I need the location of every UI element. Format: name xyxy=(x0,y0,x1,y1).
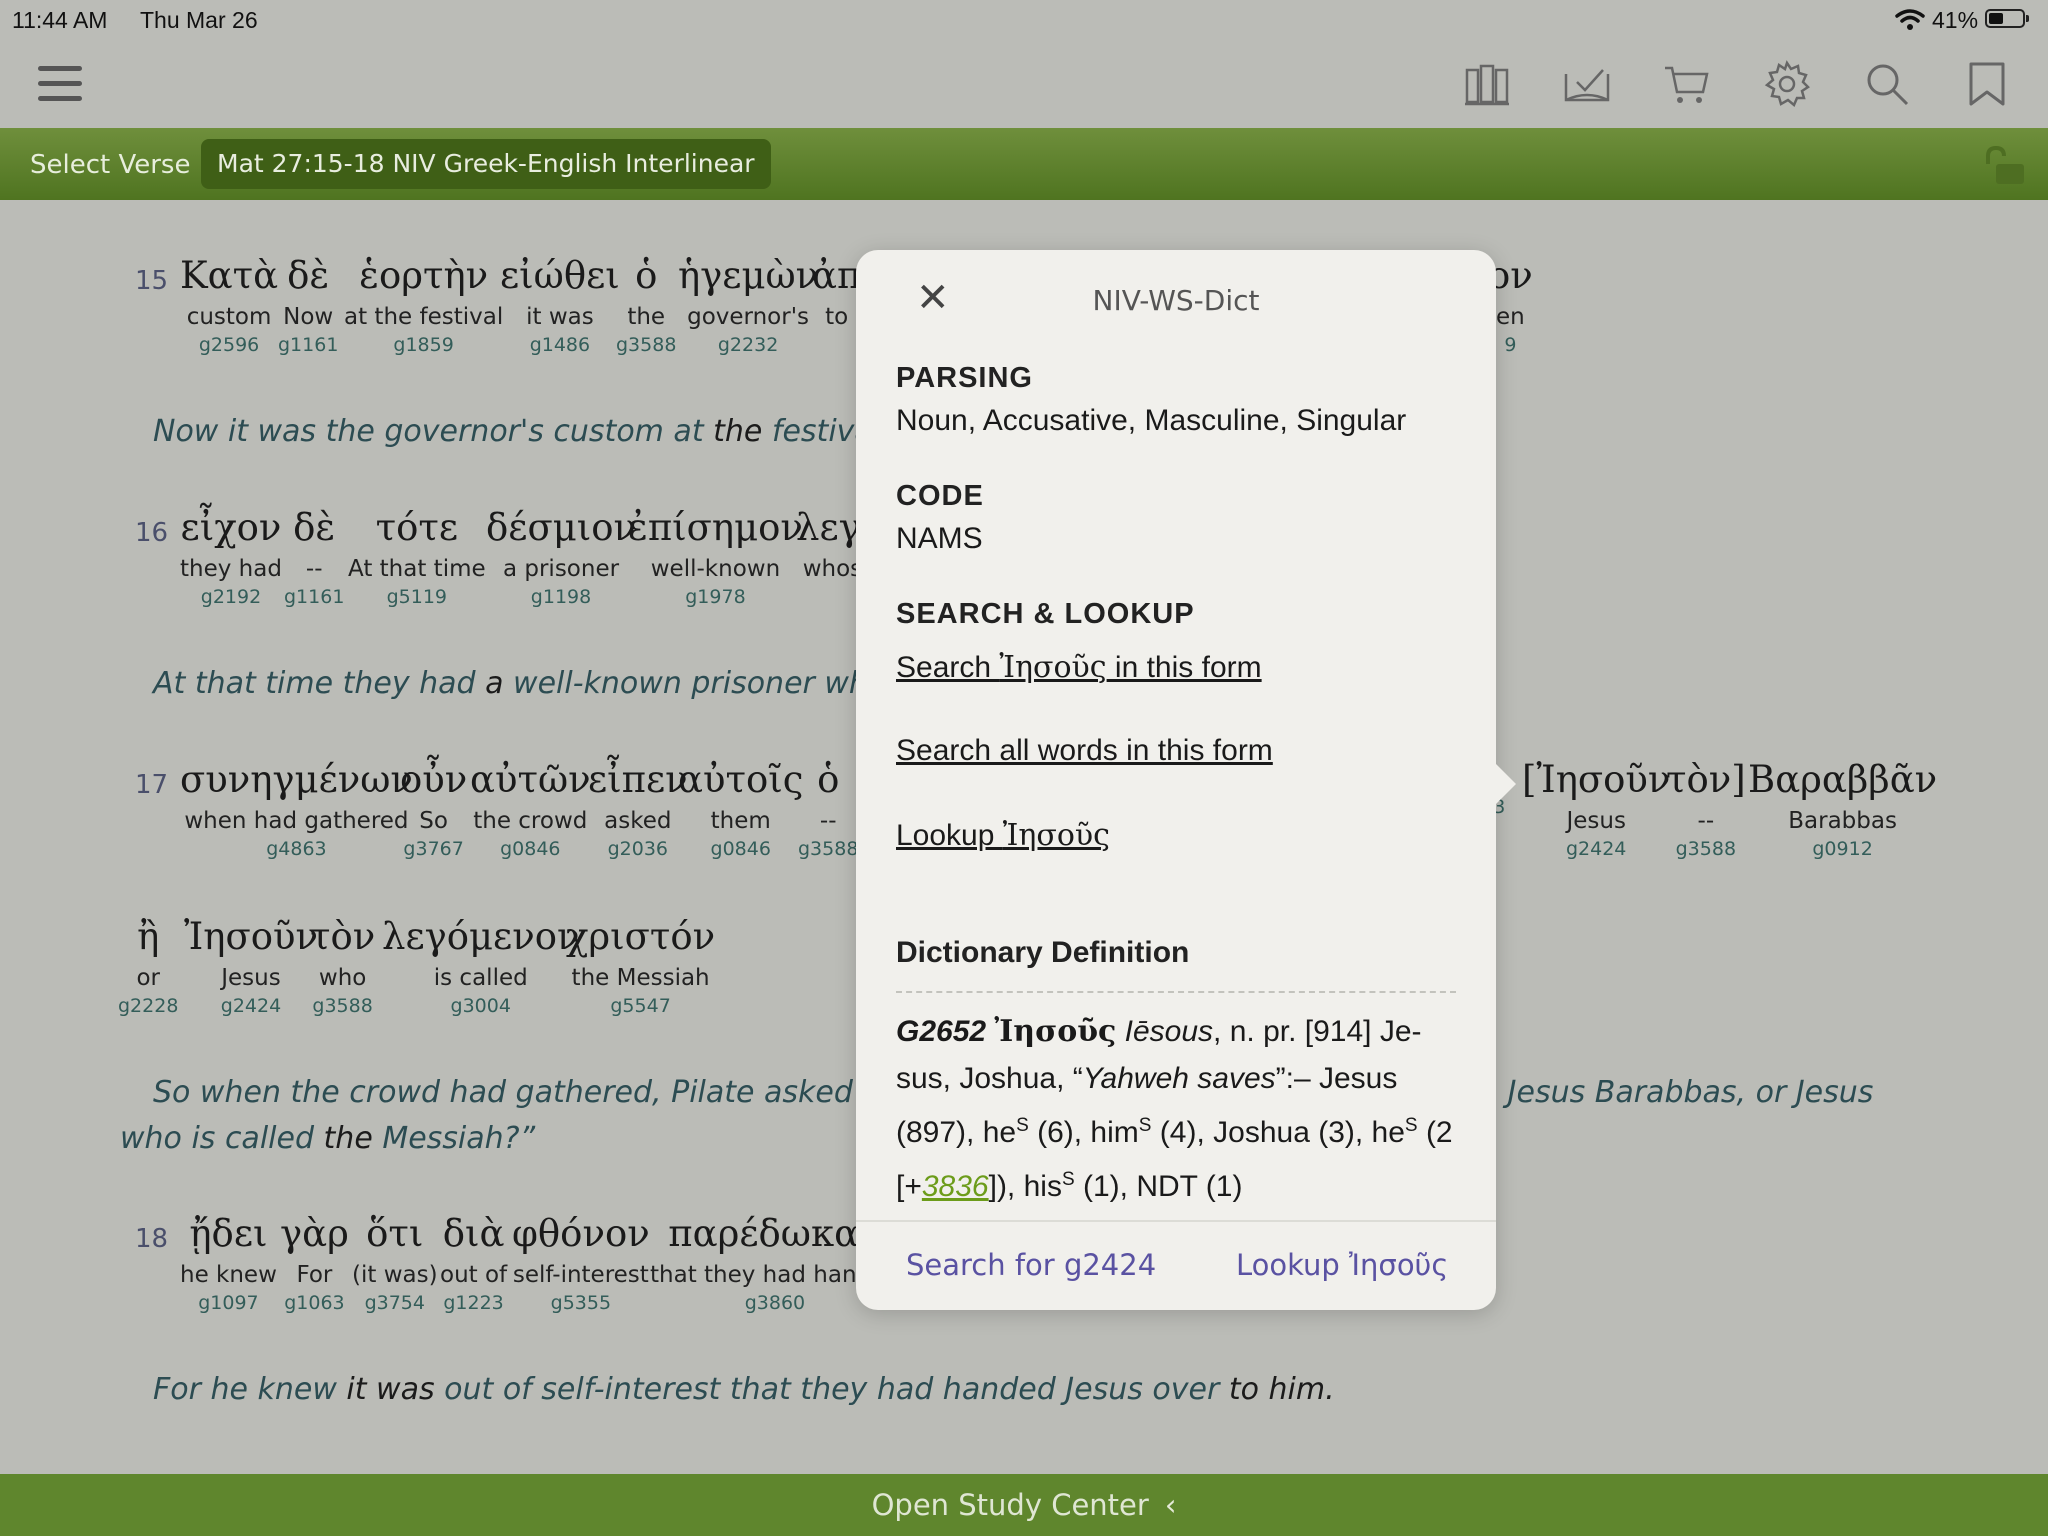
reading-plan-icon[interactable] xyxy=(1563,60,1611,108)
menu-icon[interactable] xyxy=(36,60,84,108)
parsing-heading: PARSING xyxy=(896,362,1033,394)
interlinear-word[interactable]: ὅτι (it was) g3754 xyxy=(352,1213,438,1315)
lookup-word-link[interactable]: Lookup Ἰησοῦς xyxy=(896,818,1110,853)
interlinear-word[interactable]: εἶπεν asked g2036 xyxy=(588,759,688,861)
battery-icon xyxy=(1985,9,2029,28)
popover-title: NIV-WS-Dict xyxy=(1092,284,1260,317)
open-study-center-button[interactable]: Open Study Center ‹ xyxy=(0,1474,2048,1536)
chevron-left-icon: ‹ xyxy=(1164,1488,1177,1522)
interlinear-word[interactable]: ὁ -- g3588 xyxy=(798,759,858,861)
interlinear-word[interactable]: λεγόμενον is called g3004 xyxy=(382,916,579,1018)
verse-number[interactable]: 15 xyxy=(135,266,168,296)
interlinear-word[interactable]: ἀπ to xyxy=(812,255,861,333)
verse-number[interactable]: 18 xyxy=(135,1224,168,1254)
interlinear-word[interactable]: δέσμιον a prisoner g1198 xyxy=(486,507,636,609)
search-icon[interactable] xyxy=(1863,60,1911,108)
interlinear-word[interactable]: φθόνον self-interest g5355 xyxy=(512,1213,650,1315)
search-strongs-button[interactable]: Search for g2424 xyxy=(906,1248,1156,1282)
dictionary-definition: G2652 Ἰησοῦς Iēsous, n. pr. [914] Je­sus… xyxy=(896,1014,1453,1203)
interlinear-word[interactable]: ᾔδει he knew g1097 xyxy=(180,1213,277,1315)
dictionary-definition-heading: Dictionary Definition xyxy=(896,936,1190,969)
date: Thu Mar 26 xyxy=(140,7,258,33)
interlinear-word[interactable]: εἶχον they had g2192 xyxy=(180,507,282,609)
verse-translation: At that time they had a well-known priso… xyxy=(153,666,921,701)
code-heading: CODE xyxy=(896,480,984,512)
verse-translation: Now it was the governor's custom at the … xyxy=(153,414,943,449)
interlinear-word[interactable]: αὐτοῖς them g0846 xyxy=(678,759,803,861)
lock-icon[interactable] xyxy=(1980,146,2030,186)
interlinear-word[interactable]: εἰώθει it was g1486 xyxy=(500,255,620,357)
interlinear-word[interactable]: [Ἰησοῦν Jesus g2424 xyxy=(1522,759,1670,861)
status-bar: 11:44 AM Thu Mar 26 41% xyxy=(0,0,2048,40)
interlinear-word[interactable]: οὖν So g3767 xyxy=(400,759,467,861)
interlinear-word[interactable]: δὲ Now g1161 xyxy=(278,255,338,357)
verse-number[interactable]: 16 xyxy=(135,518,168,548)
clock: 11:44 AM xyxy=(12,7,108,33)
interlinear-word[interactable]: ἢ or g2228 xyxy=(118,916,178,1018)
cross-reference-link[interactable]: 3836 xyxy=(922,1170,989,1203)
verse-translation: For he knew it was out of self-interest … xyxy=(153,1372,1335,1407)
interlinear-word[interactable]: γὰρ For g1063 xyxy=(280,1213,349,1315)
interlinear-word[interactable]: ὁ the g3588 xyxy=(616,255,676,357)
interlinear-word[interactable]: χριστόν the Messiah g5547 xyxy=(566,916,715,1018)
popover-arrow xyxy=(1492,760,1516,808)
search-all-words-link[interactable]: Search all words in this form xyxy=(896,734,1273,768)
lookup-button[interactable]: Lookup Ἰησοῦς xyxy=(1236,1248,1448,1282)
select-verse-button[interactable]: Select Verse xyxy=(30,150,190,180)
toolbar xyxy=(0,40,2048,128)
gear-icon[interactable] xyxy=(1763,60,1811,108)
interlinear-word[interactable]: δὲ -- g1161 xyxy=(284,507,344,609)
verse-translation: So when the crowd had gathered, Pilate a… xyxy=(153,1075,941,1110)
passage-selector[interactable]: Mat 27:15-18 NIV Greek-English Interline… xyxy=(201,139,771,189)
parsing-value: Noun, Accusative, Masculine, Singular xyxy=(896,404,1407,437)
dictionary-popover: ✕ NIV-WS-Dict PARSING Noun, Accusative, … xyxy=(856,250,1516,1312)
verse-translation: : Jesus Barabbas, or Jesus xyxy=(1488,1075,1874,1110)
verse-translation: who is called the Messiah?” xyxy=(120,1121,536,1156)
search-word-form-link[interactable]: Search Ἰησοῦς in this form xyxy=(896,650,1262,685)
interlinear-word[interactable]: Βαραββᾶν Barabbas g0912 xyxy=(1748,759,1937,861)
battery-percent: 41% xyxy=(1932,7,1979,33)
popover-footer: Search for g2424 Lookup Ἰησοῦς xyxy=(856,1220,1496,1312)
interlinear-word[interactable]: συνηγμένων when had gathered g4863 xyxy=(180,759,413,861)
interlinear-word[interactable]: ἐπίσημον well-known g1978 xyxy=(628,507,803,609)
divider xyxy=(896,991,1456,993)
code-value: NAMS xyxy=(896,522,983,555)
wifi-icon xyxy=(1895,9,1925,30)
study-center-label: Open Study Center xyxy=(871,1488,1149,1522)
interlinear-word[interactable]: ἑορτὴν at the festival g1859 xyxy=(344,255,503,357)
library-icon[interactable] xyxy=(1463,60,1511,108)
interlinear-word[interactable]: αὐτῶν the crowd g0846 xyxy=(470,759,591,861)
search-lookup-heading: SEARCH & LOOKUP xyxy=(896,598,1195,630)
verse-number[interactable]: 17 xyxy=(135,770,168,800)
interlinear-word[interactable]: ἡγεμὼν governor's g2232 xyxy=(678,255,818,357)
interlinear-word[interactable]: τότε At that time g5119 xyxy=(348,507,486,609)
interlinear-word[interactable]: Κατὰ custom g2596 xyxy=(180,255,278,357)
interlinear-word[interactable]: διὰ out of g1223 xyxy=(440,1213,507,1315)
interlinear-word[interactable]: τὸν] -- g3588 xyxy=(1666,759,1746,861)
verse-bar: Select Verse Mat 27:15-18 NIV Greek-Engl… xyxy=(0,128,2048,200)
cart-icon[interactable] xyxy=(1663,60,1711,108)
interlinear-word[interactable]: τὸν who g3588 xyxy=(310,916,375,1018)
bookmark-icon[interactable] xyxy=(1963,60,2011,108)
interlinear-word[interactable]: Ἰησοῦν Jesus g2424 xyxy=(184,916,318,1018)
